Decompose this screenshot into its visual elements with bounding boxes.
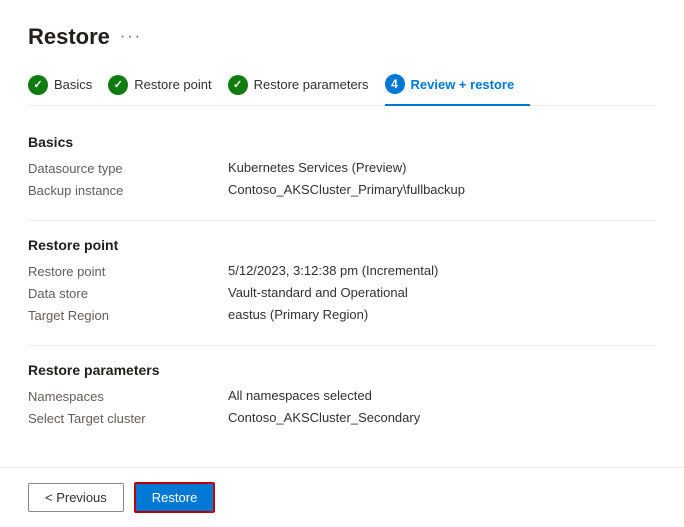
target-cluster-label: Select Target cluster [28, 410, 228, 426]
data-store-row: Data store Vault-standard and Operationa… [28, 285, 656, 301]
backup-instance-value: Contoso_AKSCluster_Primary\fullbackup [228, 182, 465, 197]
namespaces-value: All namespaces selected [228, 388, 372, 403]
step-review-restore-label: Review + restore [411, 77, 515, 92]
step-review-restore-icon: 4 [385, 74, 405, 94]
namespaces-row: Namespaces All namespaces selected [28, 388, 656, 404]
target-region-value: eastus (Primary Region) [228, 307, 368, 322]
step-restore-parameters-icon: ✓ [228, 75, 248, 95]
basics-section: Basics Datasource type Kubernetes Servic… [28, 134, 656, 198]
target-region-row: Target Region eastus (Primary Region) [28, 307, 656, 323]
restore-parameters-section: Restore parameters Namespaces All namesp… [28, 362, 656, 426]
restore-button[interactable]: Restore [134, 482, 216, 513]
step-basics-label: Basics [54, 77, 92, 92]
page-header: Restore ··· [28, 24, 656, 50]
step-restore-point-icon: ✓ [108, 75, 128, 95]
datasource-type-value: Kubernetes Services (Preview) [228, 160, 406, 175]
restore-point-label: Restore point [28, 263, 228, 279]
backup-instance-label: Backup instance [28, 182, 228, 198]
target-cluster-value: Contoso_AKSCluster_Secondary [228, 410, 420, 425]
basics-section-title: Basics [28, 134, 656, 150]
divider-1 [28, 220, 656, 221]
step-basics-icon: ✓ [28, 75, 48, 95]
divider-2 [28, 345, 656, 346]
restore-point-section: Restore point Restore point 5/12/2023, 3… [28, 237, 656, 323]
target-region-label: Target Region [28, 307, 228, 323]
step-restore-point-label: Restore point [134, 77, 211, 92]
step-restore-point[interactable]: ✓ Restore point [108, 75, 227, 105]
datasource-type-label: Datasource type [28, 160, 228, 176]
restore-point-section-title: Restore point [28, 237, 656, 253]
step-review-restore[interactable]: 4 Review + restore [385, 74, 531, 106]
more-options-icon[interactable]: ··· [120, 28, 142, 46]
restore-point-row: Restore point 5/12/2023, 3:12:38 pm (Inc… [28, 263, 656, 279]
restore-parameters-section-title: Restore parameters [28, 362, 656, 378]
restore-point-value: 5/12/2023, 3:12:38 pm (Incremental) [228, 263, 438, 278]
page-title: Restore [28, 24, 110, 50]
step-basics[interactable]: ✓ Basics [28, 75, 108, 105]
wizard-steps: ✓ Basics ✓ Restore point ✓ Restore param… [28, 74, 656, 106]
data-store-label: Data store [28, 285, 228, 301]
backup-instance-row: Backup instance Contoso_AKSCluster_Prima… [28, 182, 656, 198]
step-restore-parameters[interactable]: ✓ Restore parameters [228, 75, 385, 105]
step-restore-parameters-label: Restore parameters [254, 77, 369, 92]
datasource-type-row: Datasource type Kubernetes Services (Pre… [28, 160, 656, 176]
footer: < Previous Restore [0, 467, 684, 527]
target-cluster-row: Select Target cluster Contoso_AKSCluster… [28, 410, 656, 426]
data-store-value: Vault-standard and Operational [228, 285, 408, 300]
namespaces-label: Namespaces [28, 388, 228, 404]
previous-button[interactable]: < Previous [28, 483, 124, 512]
